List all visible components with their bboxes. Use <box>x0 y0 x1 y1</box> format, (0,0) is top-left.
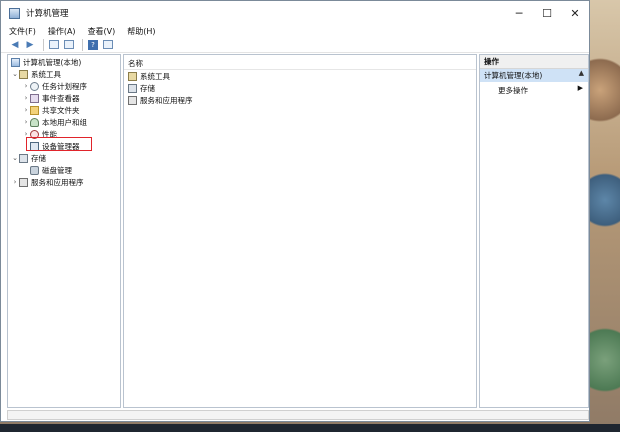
tree-item-label: 磁盘管理 <box>42 165 72 175</box>
properties-icon[interactable] <box>102 39 114 51</box>
expand-toggle-icon[interactable]: › <box>22 94 30 102</box>
window-controls: ─ ☐ ✕ <box>505 1 589 25</box>
tree-item-event-viewer[interactable]: › 事件查看器 <box>22 92 80 104</box>
tree-item-disk-management[interactable]: 磁盘管理 <box>30 164 72 176</box>
content-list: 名称 系统工具 存储 服务和应用程序 <box>123 54 477 408</box>
services-icon <box>19 177 28 187</box>
log-icon <box>30 93 39 103</box>
back-arrow-icon[interactable]: ◀ <box>9 39 21 51</box>
menu-file[interactable]: 文件(F) <box>9 26 36 37</box>
tree-item-system-tools[interactable]: ⌄ 系统工具 <box>11 68 61 80</box>
navigation-tree: 计算机管理(本地) ⌄ 系统工具 › 任务计划程序 › 事件查看器 › 共享文件… <box>7 54 121 408</box>
expand-toggle-icon[interactable]: › <box>22 82 30 90</box>
toolbar-separator <box>82 38 83 51</box>
menu-bar: 文件(F) 操作(A) 查看(V) 帮助(H) <box>1 25 589 37</box>
tree-item-root[interactable]: 计算机管理(本地) <box>11 56 81 68</box>
actions-header: 操作 <box>480 55 588 69</box>
tree-item-label: 存储 <box>31 153 46 163</box>
tree-item-label: 本地用户和组 <box>42 117 87 127</box>
close-button[interactable]: ✕ <box>561 1 589 25</box>
menu-help[interactable]: 帮助(H) <box>127 26 155 37</box>
list-item-label: 存储 <box>140 83 155 93</box>
help-icon[interactable]: ? <box>87 39 99 51</box>
tree-item-label: 事件查看器 <box>42 93 80 103</box>
actions-pane: 操作 计算机管理(本地) ▲ 更多操作 ▶ <box>479 54 589 408</box>
menu-view[interactable]: 查看(V) <box>88 26 116 37</box>
list-item[interactable]: 系统工具 <box>128 70 170 82</box>
expand-toggle-icon[interactable]: ⌄ <box>11 70 19 78</box>
more-actions-item[interactable]: 更多操作 ▶ <box>480 84 588 96</box>
forward-arrow-icon[interactable]: ▶ <box>24 39 36 51</box>
column-header-divider <box>124 69 476 70</box>
menu-action[interactable]: 操作(A) <box>48 26 76 37</box>
expand-toggle-icon[interactable]: › <box>22 118 30 126</box>
title-bar[interactable]: 计算机管理 ─ ☐ ✕ <box>1 1 589 25</box>
status-bar <box>7 410 589 420</box>
show-hide-tree-icon[interactable] <box>48 39 60 51</box>
window-title: 计算机管理 <box>26 9 69 19</box>
minimize-button[interactable]: ─ <box>505 1 533 25</box>
tools-icon <box>19 69 28 79</box>
highlight-annotation <box>26 137 92 151</box>
more-actions-label: 更多操作 <box>498 85 528 95</box>
tree-item-task-scheduler[interactable]: › 任务计划程序 <box>22 80 87 92</box>
expand-toggle-icon[interactable]: › <box>22 106 30 114</box>
maximize-button[interactable]: ☐ <box>533 1 561 25</box>
tree-item-label: 任务计划程序 <box>42 81 87 91</box>
folder-icon <box>30 105 39 115</box>
expand-toggle-icon[interactable]: › <box>11 178 19 186</box>
tree-item-label: 计算机管理(本地) <box>23 57 82 67</box>
computer-management-icon <box>9 7 20 19</box>
computer-management-window: 计算机管理 ─ ☐ ✕ 文件(F) 操作(A) 查看(V) 帮助(H) ◀ ▶ … <box>0 0 590 422</box>
tree-item-local-users[interactable]: › 本地用户和组 <box>22 116 87 128</box>
actions-section-label: 计算机管理(本地) <box>484 71 543 80</box>
tree-item-services-apps[interactable]: › 服务和应用程序 <box>11 176 84 188</box>
list-item-label: 系统工具 <box>140 71 170 81</box>
computer-icon <box>11 57 20 67</box>
list-item[interactable]: 存储 <box>128 82 155 94</box>
tree-item-label: 服务和应用程序 <box>31 177 84 187</box>
expand-toggle-icon[interactable]: ⌄ <box>11 154 19 162</box>
clock-icon <box>30 81 39 91</box>
tree-item-shared-folders[interactable]: › 共享文件夹 <box>22 104 80 116</box>
storage-icon <box>128 83 137 93</box>
tools-icon <box>128 71 137 81</box>
export-list-icon[interactable] <box>63 39 75 51</box>
column-header-name[interactable]: 名称 <box>128 58 143 69</box>
actions-section-computer-management[interactable]: 计算机管理(本地) ▲ <box>480 69 588 82</box>
tree-item-storage[interactable]: ⌄ 存储 <box>11 152 46 164</box>
users-icon <box>30 117 39 127</box>
services-icon <box>128 95 137 105</box>
tree-item-label: 共享文件夹 <box>42 105 80 115</box>
collapse-up-icon[interactable]: ▲ <box>579 69 584 77</box>
taskbar[interactable] <box>0 424 620 432</box>
submenu-arrow-icon: ▶ <box>577 84 583 92</box>
toolbar-separator <box>43 38 44 51</box>
toolbar: ◀ ▶ ? <box>1 37 589 53</box>
list-item-label: 服务和应用程序 <box>140 95 193 105</box>
disk-icon <box>30 165 39 175</box>
list-item[interactable]: 服务和应用程序 <box>128 94 193 106</box>
tree-item-label: 系统工具 <box>31 69 61 79</box>
storage-icon <box>19 153 28 163</box>
